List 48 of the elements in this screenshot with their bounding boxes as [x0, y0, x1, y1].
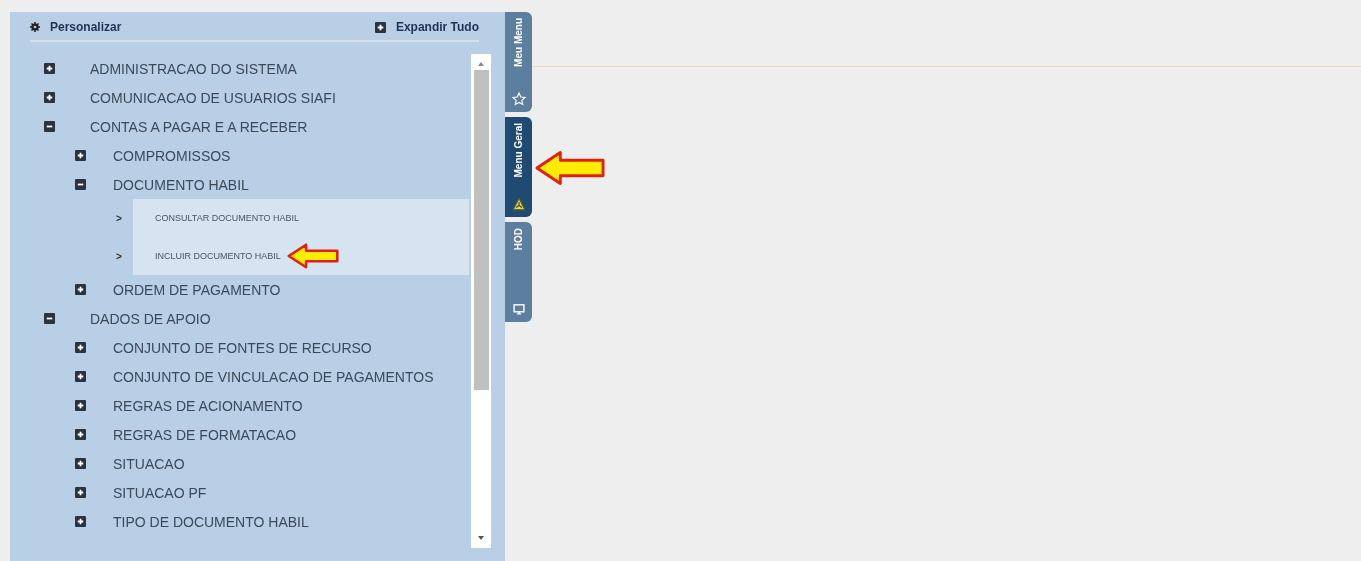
tree-item[interactable]: COMPROMISSOS: [113, 147, 231, 164]
collapse-icon[interactable]: [44, 121, 55, 132]
scroll-up-icon[interactable]: [478, 62, 484, 66]
expand-icon[interactable]: [75, 284, 86, 295]
tree-item[interactable]: COMUNICACAO DE USUARIOS SIAFI: [90, 89, 336, 106]
bullet-marker: >: [116, 211, 123, 226]
tree-item[interactable]: REGRAS DE FORMATACAO: [113, 426, 297, 443]
menu-link[interactable]: CONSULTAR DOCUMENTO HABIL: [155, 213, 300, 223]
expand-icon[interactable]: [44, 63, 55, 74]
tree-item[interactable]: CONTAS A PAGAR E A RECEBER: [90, 118, 308, 135]
tree-item[interactable]: SITUACAO: [113, 455, 185, 472]
expand-icon[interactable]: [75, 429, 86, 440]
tree-item[interactable]: CONJUNTO DE FONTES DE RECURSO: [113, 339, 372, 356]
side-tab[interactable]: Menu Geral: [505, 117, 532, 217]
tree-item[interactable]: ADMINISTRACAO DO SISTEMA: [90, 60, 297, 77]
scroll-down-icon[interactable]: [478, 536, 484, 540]
expand-icon[interactable]: [75, 400, 86, 411]
settings-icon[interactable]: [30, 22, 40, 32]
tree-item[interactable]: CONJUNTO DE VINCULACAO DE PAGAMENTOS: [113, 368, 434, 385]
side-tab[interactable]: Meu Menu: [505, 12, 532, 112]
expand-icon[interactable]: [75, 342, 86, 353]
arrow-icon: [535, 150, 605, 186]
tree-item[interactable]: SITUACAO PF: [113, 484, 207, 501]
star-icon: [511, 92, 526, 106]
tree-item[interactable]: REGRAS DE ACIONAMENTO: [113, 397, 303, 414]
expand-icon[interactable]: [44, 92, 55, 103]
expand-all-link[interactable]: Expandir Tudo: [395, 20, 479, 34]
sitemap-icon: [511, 197, 526, 211]
tree-item[interactable]: TIPO DE DOCUMENTO HABIL: [113, 513, 309, 530]
tree-item[interactable]: DOCUMENTO HABIL: [113, 176, 249, 193]
scroll-thumb[interactable]: [473, 70, 489, 390]
collapse-icon[interactable]: [75, 179, 86, 190]
collapse-icon[interactable]: [44, 313, 55, 324]
expand-icon[interactable]: [75, 458, 86, 469]
arrow-icon: [284, 243, 341, 269]
menu-link[interactable]: INCLUIR DOCUMENTO HABIL: [155, 251, 281, 261]
expand-icon[interactable]: [75, 487, 86, 498]
tree-item[interactable]: DADOS DE APOIO: [90, 310, 211, 327]
side-tab[interactable]: HOD: [505, 222, 532, 322]
customize-link[interactable]: Personalizar: [50, 20, 122, 34]
bullet-marker: >: [116, 249, 123, 264]
tree-item[interactable]: ORDEM DE PAGAMENTO: [113, 281, 281, 298]
monitor-icon: [511, 302, 526, 316]
expand-icon[interactable]: [75, 371, 86, 382]
expand-icon[interactable]: [75, 516, 86, 527]
expand-icon[interactable]: [374, 21, 386, 33]
scrollbar[interactable]: [471, 54, 491, 548]
expand-icon[interactable]: [75, 150, 86, 161]
